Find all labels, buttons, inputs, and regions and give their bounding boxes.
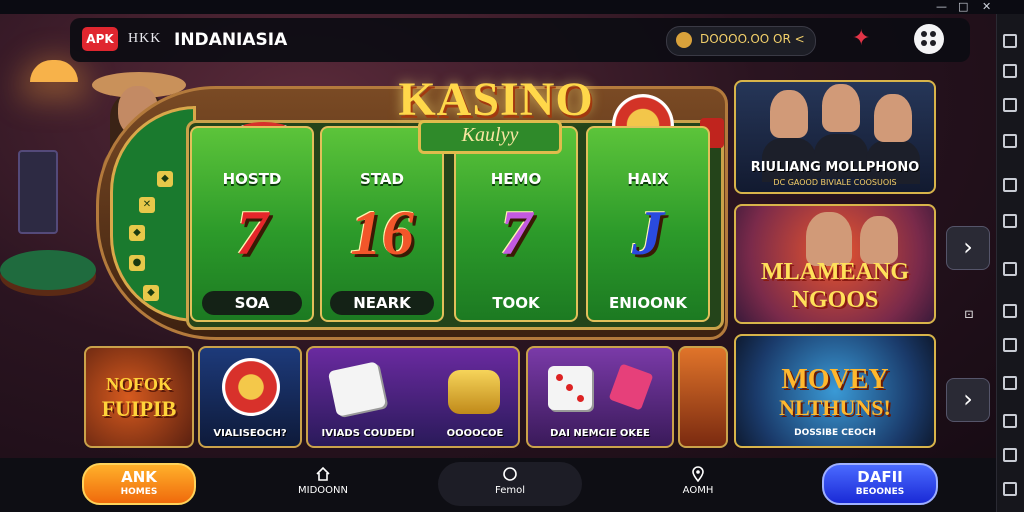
promo-banner-3[interactable]: MOVEY NLTHUNS! DOSSIBE CEOCH (734, 334, 936, 448)
game-card-2[interactable]: VIALISEOCH? (198, 346, 302, 448)
location-pin-icon (692, 466, 704, 482)
reel-symbol: 7 (236, 197, 268, 268)
reel-label: STAD (360, 170, 404, 188)
reel-button[interactable]: TOOK (454, 291, 578, 315)
game-card-5[interactable] (678, 346, 728, 448)
card-label: DAI NEMCIE OKEE (550, 428, 650, 439)
nav-deposit-button[interactable]: DAFII BEOONES (822, 463, 938, 505)
mahjong-tile-icon (327, 361, 387, 417)
reel-button[interactable]: NEARK (330, 291, 434, 315)
promo-title-line2: NLTHUNS! (779, 395, 891, 420)
sidebar-screen-icon[interactable] (1003, 98, 1017, 112)
coin-balance-text: DOOOO.OO OR < (700, 32, 805, 46)
promo-title-line1: MLAMEANG (761, 259, 909, 285)
promo-subtitle: DC GAOOD BIVIALE COOSUOIS (773, 178, 897, 187)
poker-table-decor (0, 250, 96, 290)
card-title-line2: FUIPIB (101, 396, 177, 421)
reel-symbol: 16 (350, 197, 414, 268)
arcade-machine-decor (18, 150, 58, 234)
side-light-icon: ◆ (157, 171, 173, 187)
promo-title-line2: NGOOS (791, 287, 879, 313)
reel-symbol: J (632, 197, 664, 268)
sidebar-layout-icon[interactable] (1003, 214, 1017, 228)
promo-title: RIULIANG MOLLPHONO (750, 160, 920, 175)
dice-icon: ⚀ (964, 310, 974, 321)
nav-item-label: Femol (495, 485, 525, 496)
sidebar-fullscreen-icon[interactable] (1003, 178, 1017, 192)
promo-title-line1: MOVEY (781, 364, 889, 395)
side-light-icon: ◆ (143, 285, 159, 301)
next-promo-button[interactable]: › (946, 226, 990, 270)
minimize-icon[interactable]: — (936, 0, 947, 13)
sidebar-expand-icon[interactable] (1003, 34, 1017, 48)
nav-home-sublabel: HOMES (120, 487, 158, 497)
star-badge-icon[interactable]: ✦ (852, 26, 870, 51)
reel-label: HOSTD (222, 170, 282, 188)
sidebar-keyboard-icon[interactable] (1003, 64, 1017, 78)
window-titlebar (0, 0, 1024, 14)
brand-prefix: HKK (128, 31, 162, 46)
card-icon (608, 363, 654, 411)
card-label: VIALISEOCH? (213, 428, 287, 439)
sidebar-shake-icon[interactable] (1003, 304, 1017, 318)
reel-symbol: 7 (500, 197, 532, 268)
promo-banner-2[interactable]: MLAMEANG NGOOS (734, 204, 936, 324)
nav-item-aomh[interactable]: AOMH (666, 466, 730, 496)
sidebar-settings-icon[interactable] (1003, 448, 1017, 462)
gold-coins-icon (448, 370, 500, 414)
game-card-1[interactable]: NOFOK FUIPIB (84, 346, 194, 448)
sidebar-record-icon[interactable] (1003, 414, 1017, 428)
side-light-icon: ● (129, 255, 145, 271)
reel-button[interactable]: SOA (202, 291, 302, 315)
apk-badge[interactable]: APK (82, 27, 118, 51)
dice-icon (548, 366, 592, 410)
game-card-4[interactable]: DAI NEMCIE OKEE (526, 346, 674, 448)
nav-item-midoonn[interactable]: MIDOONN (288, 466, 358, 496)
coin-icon (676, 32, 692, 48)
card-label: OOOOCOE (446, 428, 504, 439)
close-icon[interactable]: ✕ (982, 0, 991, 13)
next-games-button[interactable]: › (946, 378, 990, 422)
promo-banner-1[interactable]: RIULIANG MOLLPHONO DC GAOOD BIVIALE COOS… (734, 80, 936, 194)
nav-item-label: AOMH (682, 485, 714, 496)
hanging-lamp (30, 60, 78, 82)
sidebar-more-icon[interactable] (1003, 482, 1017, 496)
card-title-line1: NOFOK (106, 374, 172, 394)
game-subtitle: Kaulyy (461, 124, 519, 146)
poker-chip-icon (222, 358, 280, 416)
sidebar-crop-icon[interactable] (1003, 134, 1017, 148)
promo-subtitle: DOSSIBE CEOCH (794, 428, 876, 438)
nav-item-femol[interactable]: Femol (478, 466, 542, 496)
sidebar-screenshot-icon[interactable] (1003, 376, 1017, 390)
reel-label: HAIX (627, 170, 669, 188)
nav-deposit-sublabel: BEOONES (855, 487, 905, 497)
nav-home-label: ANK (121, 468, 157, 486)
reel-label: HEMO (490, 170, 542, 188)
reel-button[interactable]: ENIOONK (586, 291, 710, 315)
sidebar-rotate-icon[interactable] (1003, 262, 1017, 276)
game-title: KASINO (398, 73, 594, 126)
circle-icon (503, 467, 517, 481)
grid-menu-icon (921, 31, 937, 47)
side-light-icon: ✕ (139, 197, 155, 213)
nav-item-label: MIDOONN (298, 485, 348, 496)
card-label: IVIADS COUDEDI (321, 428, 415, 439)
game-card-3[interactable]: IVIADS COUDEDI OOOOCOE (306, 346, 520, 448)
side-light-icon: ◆ (129, 225, 145, 241)
home-icon (316, 466, 330, 481)
nav-home-button[interactable]: ANK HOMES (82, 463, 196, 505)
brand-title: INDANIASIA (174, 30, 288, 50)
nav-deposit-label: DAFII (857, 468, 903, 486)
maximize-icon[interactable]: □ (958, 0, 968, 13)
sidebar-apk-icon[interactable] (1003, 338, 1017, 352)
